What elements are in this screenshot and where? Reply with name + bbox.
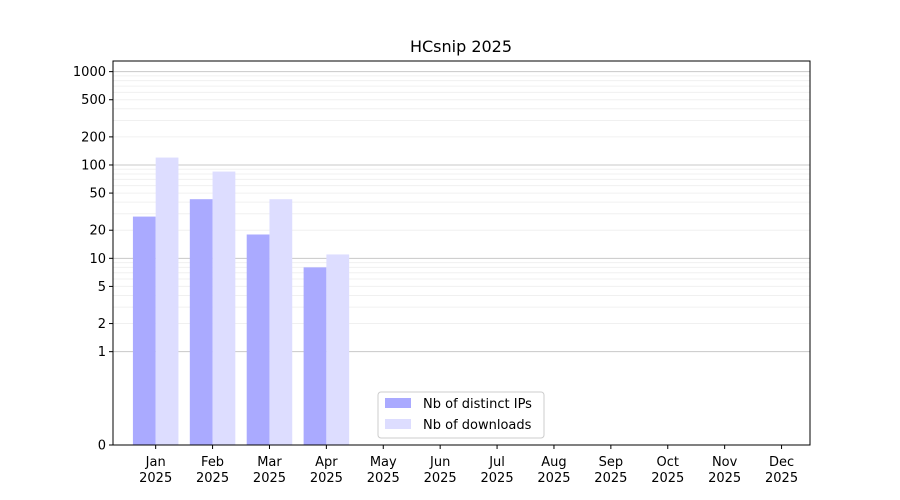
y-tick-label: 200 — [81, 130, 106, 145]
x-tick-label-year: 2025 — [651, 471, 684, 486]
x-tick-label-month: Sep — [599, 455, 624, 470]
y-tick-label: 5 — [98, 280, 106, 295]
x-tick-label-month: Aug — [541, 455, 566, 470]
y-tick-label: 0 — [98, 439, 106, 454]
x-tick-label-year: 2025 — [196, 471, 229, 486]
y-tick-label: 100 — [81, 158, 106, 173]
x-tick-label-year: 2025 — [765, 471, 798, 486]
y-tick-label: 50 — [89, 187, 106, 202]
legend-label-downloads: Nb of downloads — [423, 418, 532, 433]
bar-downloads-apr — [326, 254, 350, 445]
x-tick-label-year: 2025 — [253, 471, 286, 486]
y-tick-label: 10 — [89, 252, 106, 267]
chart-title: HCsnip 2025 — [410, 37, 512, 56]
x-axis: Jan2025Feb2025Mar2025Apr2025May2025Jun20… — [139, 445, 798, 486]
x-tick-label-month: May — [370, 455, 397, 470]
y-tick-label: 1 — [98, 345, 106, 360]
x-tick-label-month: Jun — [429, 455, 450, 470]
legend-label-distinct-ips: Nb of distinct IPs — [423, 397, 532, 412]
bar-distinct-ips-mar — [246, 234, 270, 445]
bar-downloads-feb — [212, 171, 236, 445]
x-tick-label-month: Jan — [145, 455, 166, 470]
bar-distinct-ips-feb — [189, 199, 213, 445]
legend-swatch-distinct-ips — [385, 398, 411, 408]
x-tick-label-year: 2025 — [537, 471, 570, 486]
bar-distinct-ips-jan — [132, 216, 156, 445]
x-tick-label-year: 2025 — [481, 471, 514, 486]
legend-swatch-downloads — [385, 419, 411, 429]
bar-distinct-ips-apr — [303, 267, 327, 445]
y-tick-label: 2 — [98, 317, 106, 332]
x-tick-label-year: 2025 — [708, 471, 741, 486]
y-tick-label: 20 — [89, 224, 106, 239]
x-tick-label-month: Oct — [657, 455, 679, 470]
x-tick-label-year: 2025 — [310, 471, 343, 486]
bar-downloads-mar — [269, 199, 293, 445]
y-tick-label: 1000 — [73, 65, 106, 80]
chart: 01251020501002005001000 Jan2025Feb2025Ma… — [73, 37, 811, 486]
x-tick-label-year: 2025 — [424, 471, 457, 486]
legend: Nb of distinct IPs Nb of downloads — [377, 391, 545, 439]
x-tick-label-month: Apr — [315, 455, 338, 470]
bars-layer — [132, 157, 350, 446]
x-tick-label-month: Feb — [201, 455, 224, 470]
x-tick-label-month: Nov — [712, 455, 738, 470]
x-tick-label-month: Dec — [769, 455, 794, 470]
x-tick-label-year: 2025 — [594, 471, 627, 486]
x-tick-label-month: Mar — [257, 455, 282, 470]
bar-downloads-jan — [155, 157, 179, 446]
x-tick-label-year: 2025 — [367, 471, 400, 486]
y-axis: 0 1 2 5 10 20 50 100 200 500 1000 — [73, 65, 113, 454]
x-tick-label-year: 2025 — [139, 471, 172, 486]
y-tick-label: 500 — [81, 93, 106, 108]
x-tick-label-month: Jul — [488, 455, 505, 470]
